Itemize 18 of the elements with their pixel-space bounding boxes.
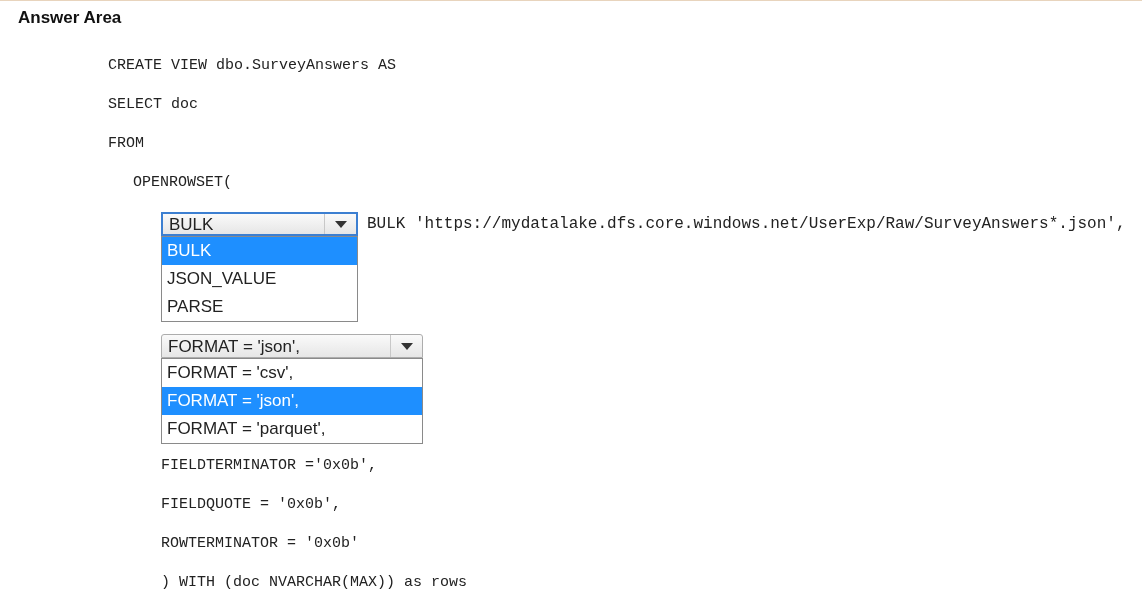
code-line: BULK 'https://mydatalake.dfs.core.windows.net/UserExp/Raw/SurveyAnswers*.json', <box>367 214 1126 235</box>
code-line: ) WITH (doc NVARCHAR(MAX)) as rows <box>161 573 468 594</box>
dropdown-option[interactable]: PARSE <box>162 293 357 321</box>
code-line: OPENROWSET( <box>133 173 233 194</box>
caret-icon <box>334 220 347 228</box>
dropdown-select[interactable]: FORMAT = 'json', <box>161 334 423 358</box>
answer-area-title: Answer Area <box>18 7 122 29</box>
dropdown-option[interactable]: FORMAT = 'parquet', <box>162 415 422 443</box>
code-line: FROM <box>108 134 144 155</box>
caret-icon <box>400 342 413 350</box>
dropdown-option[interactable]: JSON_VALUE <box>162 265 357 293</box>
code-line: FIELDQUOTE = '0x0b', <box>161 495 342 516</box>
code-line: ROWTERMINATOR = '0x0b' <box>161 534 360 555</box>
dropdown-select[interactable]: BULK <box>161 212 358 236</box>
code-line: FIELDTERMINATOR ='0x0b', <box>161 456 378 477</box>
code-line: CREATE VIEW dbo.SurveyAnswers AS <box>108 56 397 77</box>
dropdown-option[interactable]: FORMAT = 'csv', <box>162 359 422 387</box>
code-line: SELECT doc <box>108 95 198 116</box>
